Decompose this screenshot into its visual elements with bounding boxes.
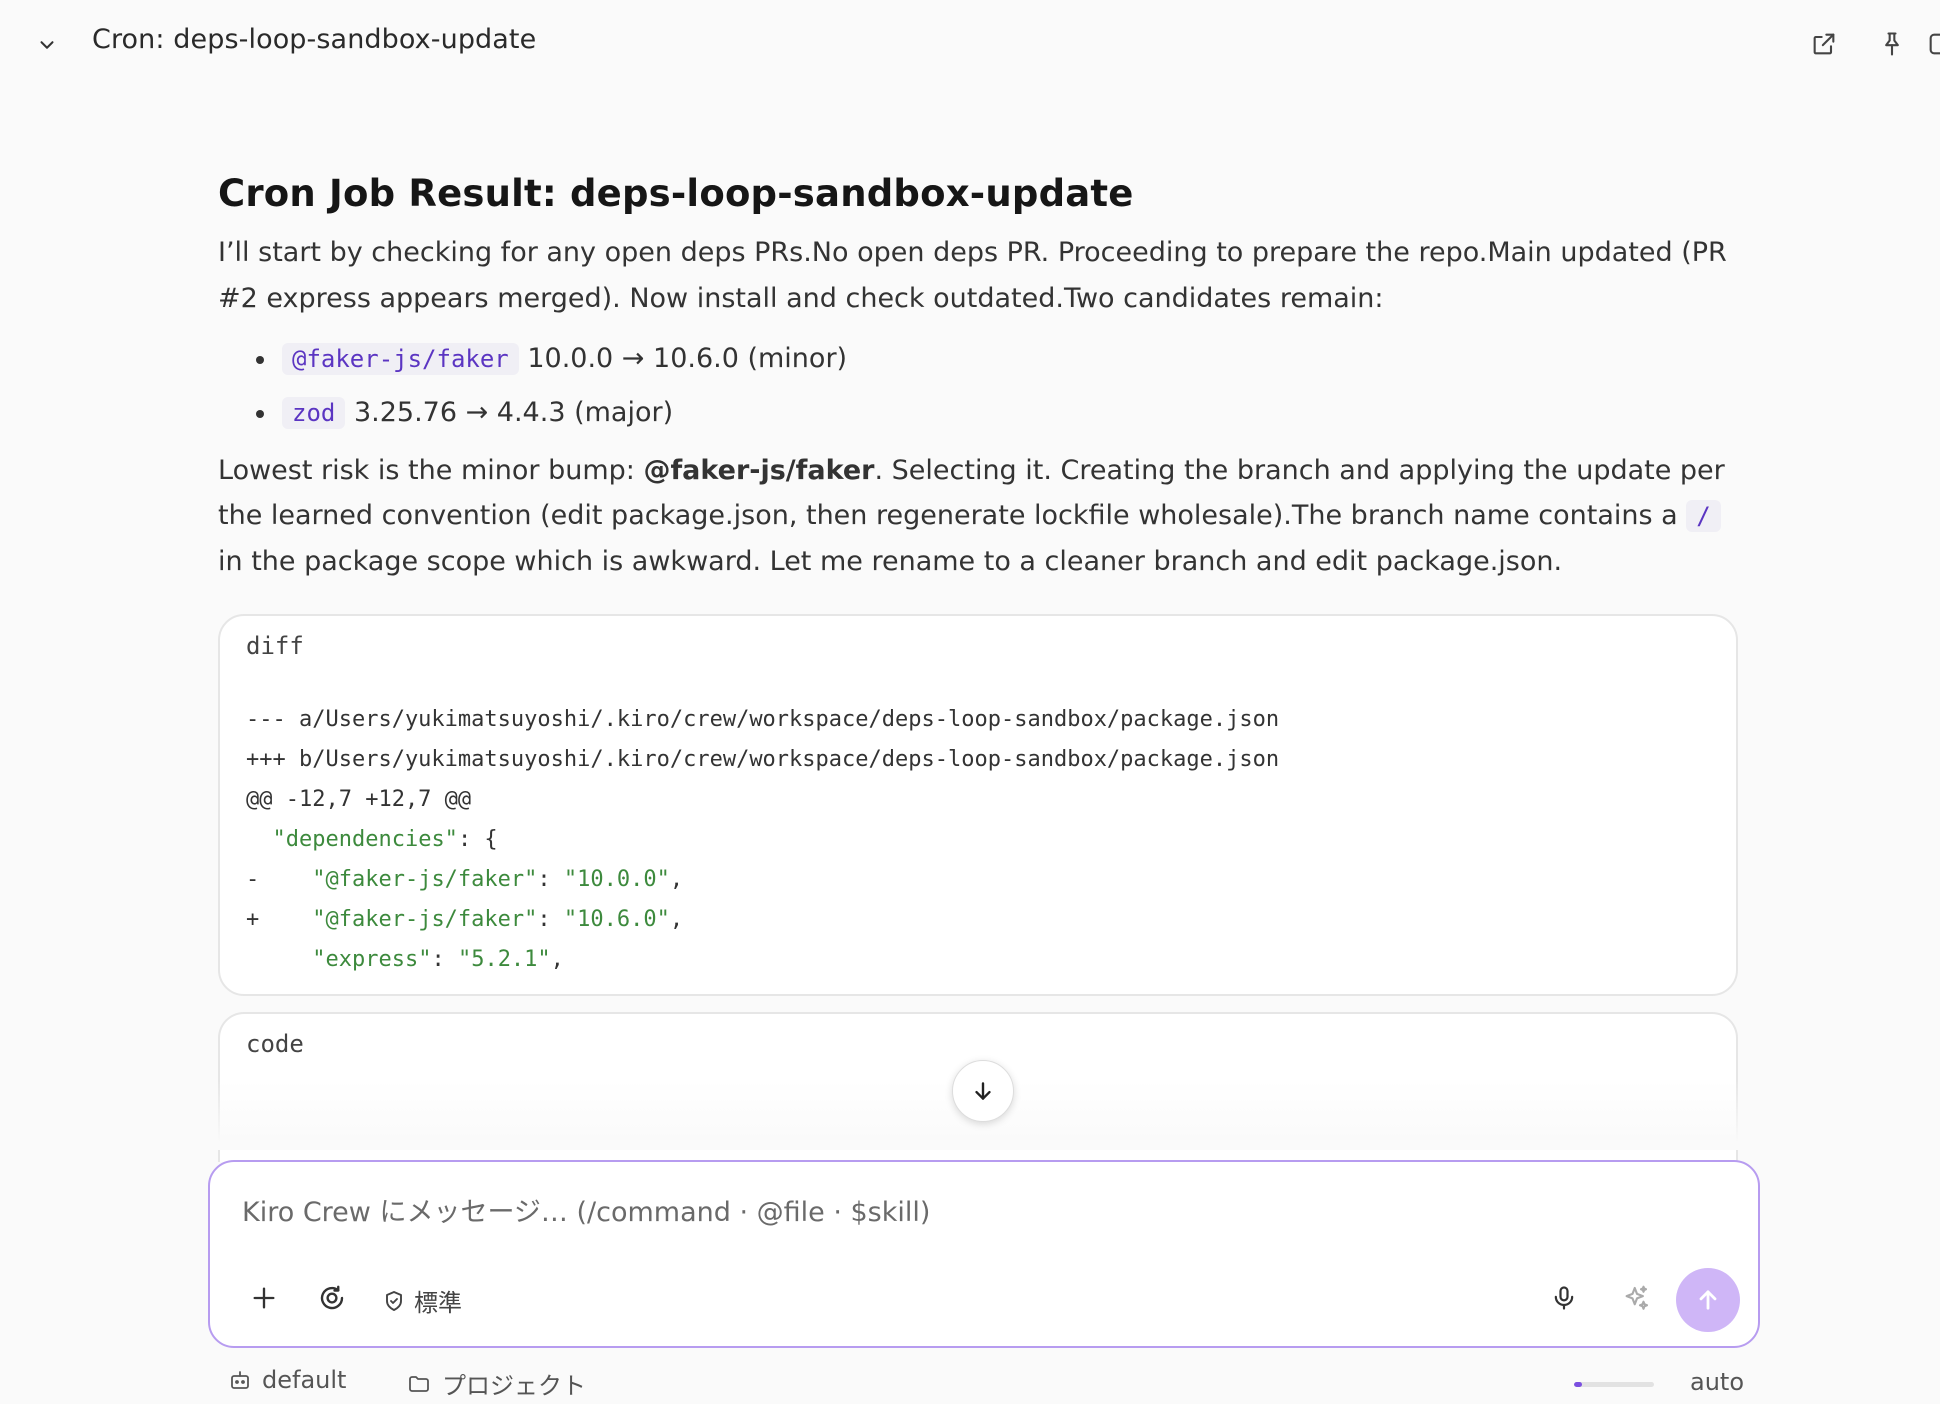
text-span: in the package scope which is awkward. L… [218,546,1563,577]
diff-prefix: - [246,867,260,892]
diff-line-added: + "@faker-js/faker": "10.6.0", [246,907,684,932]
enhance-prompt-button[interactable] [1612,1274,1660,1322]
project-label: プロジェクト [442,1372,586,1400]
panel-title: Cron: deps-loop-sandbox-update [92,24,537,55]
window-icon[interactable] [1920,24,1940,64]
add-attachment-button[interactable] [240,1274,288,1322]
microphone-icon [1554,1286,1574,1310]
code-language-label: code [246,1030,304,1058]
permission-mode-selector[interactable]: 標準 [382,1283,462,1318]
diff-line: +++ b/Users/yukimatsuyoshi/.kiro/crew/wo… [246,747,1280,772]
diff-line: --- a/Users/yukimatsuyoshi/.kiro/crew/wo… [246,707,1280,732]
json-key: "@faker-js/faker" [312,867,538,892]
voice-input-button[interactable] [1540,1274,1588,1322]
intro-paragraph: I’ll start by checking for any open deps… [218,237,1727,314]
json-value: "10.6.0" [563,907,670,932]
candidate-list: @faker-js/faker 10.0.0 → 10.6.0 (minor) … [218,332,1738,440]
arrow-up-icon [1699,1290,1717,1310]
list-item: @faker-js/faker 10.0.0 → 10.6.0 (minor) [218,332,1738,386]
message-composer: 標準 [208,1160,1760,1348]
model-selector[interactable]: auto [1690,1368,1744,1396]
package-detail: 10.0.0 → 10.6.0 (minor) [527,343,848,374]
json-value: "5.2.1" [457,947,551,972]
diff-line-removed: - "@faker-js/faker": "10.0.0", [246,867,684,892]
bold-package: @faker-js/faker [643,455,875,486]
diff-prefix: + [246,907,260,932]
package-detail: 3.25.76 → 4.4.3 (major) [353,397,674,428]
package-name: @faker-js/faker [282,343,519,375]
json-key: "@faker-js/faker" [312,907,538,932]
code-language-label: diff [246,632,304,660]
context-usage-fill [1574,1382,1582,1387]
list-item: zod 3.25.76 → 4.4.3 (major) [218,386,1738,440]
chevron-down-icon[interactable] [30,28,64,62]
shield-check-icon [386,1290,402,1311]
agent-label: default [262,1366,347,1394]
plus-icon [253,1287,275,1309]
agent-mode-button[interactable] [308,1274,356,1322]
project-selector[interactable]: プロジェクト [406,1366,586,1401]
diff-lines: --- a/Users/yukimatsuyoshi/.kiro/crew/wo… [246,700,1279,980]
text-span: Lowest risk is the minor bump: [218,455,644,486]
diff-code-block: diff --- a/Users/yukimatsuyoshi/.kiro/cr… [218,614,1738,996]
json-value: "10.0.0" [563,867,670,892]
open-external-icon[interactable] [1804,24,1844,64]
send-button[interactable] [1676,1268,1740,1332]
diff-line: "dependencies": { [246,820,1279,860]
context-usage-bar [1574,1382,1654,1387]
inline-code: / [1686,500,1721,532]
result-title: Cron Job Result: deps-loop-sandbox-updat… [218,172,1134,215]
message-input[interactable] [242,1192,1722,1232]
agent-selector[interactable]: default [228,1366,346,1394]
diff-line: @@ -12,7 +12,7 @@ [246,787,472,812]
pin-icon[interactable] [1872,24,1912,64]
message-content: Cron Job Result: deps-loop-sandbox-updat… [218,168,1738,584]
json-key: "express" [312,947,432,972]
package-name: zod [282,397,346,429]
json-punct: : { [457,827,498,852]
permission-mode-label: 標準 [414,1289,462,1317]
diff-line: "express": "5.2.1", [312,947,564,972]
selection-paragraph: Lowest risk is the minor bump: @faker-js… [218,448,1738,584]
folder-icon [409,1375,429,1392]
scroll-to-bottom-button[interactable] [952,1060,1014,1122]
sparkles-icon [1625,1285,1649,1310]
panel-header: Cron: deps-loop-sandbox-update [0,0,1940,86]
refresh-cycle-icon [320,1285,344,1310]
arrow-down-icon [975,1082,991,1100]
json-key: "dependencies" [272,827,458,852]
robot-icon [231,1371,249,1389]
